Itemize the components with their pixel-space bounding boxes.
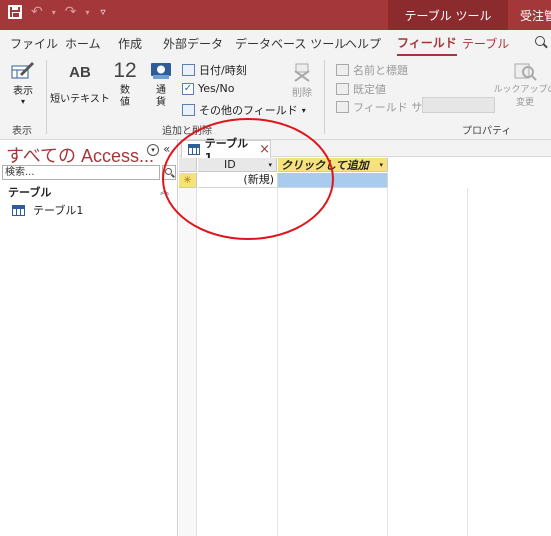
- group-divider: [324, 60, 325, 134]
- search-icon: [165, 168, 172, 175]
- search-icon[interactable]: [535, 36, 545, 46]
- lookup-change-button[interactable]: ルックアップの 変更: [494, 60, 551, 108]
- short-text-label: 短いテキスト: [50, 94, 110, 105]
- undo-dropdown-icon[interactable]: ▾: [52, 8, 56, 17]
- date-time-button[interactable]: 日付/時刻: [182, 62, 247, 78]
- default-value-label: 既定値: [353, 83, 386, 96]
- redo-dropdown-icon[interactable]: ▾: [85, 8, 89, 17]
- tab-external-data[interactable]: 外部データ: [163, 30, 223, 56]
- other-fields-dropdown-icon: ▾: [301, 105, 306, 115]
- currency-icon: [150, 60, 172, 82]
- group-divider: [46, 60, 47, 134]
- short-text-button[interactable]: AB 短いテキスト: [50, 62, 110, 105]
- column-header-id[interactable]: ID ▾: [198, 158, 277, 172]
- nav-item-table1[interactable]: テーブル1: [12, 202, 83, 218]
- column-dropdown-icon[interactable]: ▾: [379, 161, 383, 169]
- delete-label: 削除: [292, 88, 312, 99]
- grid-line: [277, 188, 278, 536]
- document-tab-table1[interactable]: テーブル1 ×: [181, 137, 271, 164]
- app-title: 受注管: [520, 8, 551, 23]
- default-value-icon: [336, 83, 349, 95]
- more-fields-icon: [182, 104, 195, 116]
- column-header-add[interactable]: クリックして追加 ▾: [278, 158, 388, 172]
- view-group-label: 表示: [12, 126, 32, 137]
- currency-label: 通 貨: [156, 85, 166, 108]
- delete-icon: [292, 62, 312, 84]
- default-value-button[interactable]: 既定値: [336, 81, 386, 97]
- other-fields-label: その他のフィールド: [199, 104, 298, 117]
- table-icon: [188, 144, 200, 155]
- delete-button[interactable]: 削除: [286, 62, 318, 99]
- grid-line: [387, 188, 388, 536]
- nav-menu-icon[interactable]: ▾: [147, 144, 159, 156]
- tab-fields[interactable]: フィールド: [397, 30, 457, 56]
- lookup-icon: [513, 60, 537, 82]
- number-icon: 12: [113, 59, 137, 82]
- datasheet-grid: ID ▾ クリックして追加 ▾ ✳ (新規): [179, 158, 551, 536]
- save-icon[interactable]: [8, 5, 22, 19]
- tab-database-tools[interactable]: データベース ツール: [235, 30, 346, 56]
- redo-icon[interactable]: ↷: [65, 5, 77, 19]
- select-all-cell[interactable]: [179, 158, 197, 172]
- grid-line: [467, 188, 468, 536]
- number-label: 数 値: [120, 85, 130, 108]
- undo-icon[interactable]: ↶: [31, 5, 43, 19]
- nav-item-label: テーブル1: [33, 204, 84, 217]
- new-record-id-cell[interactable]: (新規): [198, 173, 278, 188]
- document-tab-strip: テーブル1 ×: [179, 137, 551, 164]
- title-bar: ↶ ▾ ↷ ▾ ▿ テーブル ツール 受注管: [0, 0, 551, 30]
- ribbon-tabs: ファイル ホーム 作成 外部データ データベース ツール ヘルプ フィールド テ…: [0, 30, 551, 56]
- properties-group-label: プロパティ: [462, 126, 512, 137]
- collapse-pane-icon[interactable]: «: [163, 142, 170, 156]
- field-size-icon: [336, 101, 349, 113]
- document-area: テーブル1 × ID ▾ クリックして追加 ▾ ✳ (新規): [179, 137, 551, 536]
- number-button[interactable]: 12 数 値: [110, 60, 140, 109]
- checkbox-icon: ✓: [182, 82, 194, 95]
- tab-help[interactable]: ヘルプ: [345, 30, 381, 56]
- section-collapse-icon[interactable]: ︽: [160, 184, 169, 197]
- tab-home[interactable]: ホーム: [65, 30, 101, 56]
- short-text-icon: AB: [69, 64, 91, 81]
- yes-no-label: Yes/No: [198, 82, 235, 95]
- close-icon[interactable]: ×: [259, 142, 270, 157]
- field-size-input[interactable]: [422, 97, 495, 113]
- table-icon: [12, 204, 25, 216]
- lookup-label-1: ルックアップの: [493, 85, 551, 95]
- yes-no-button[interactable]: ✓ Yes/No: [182, 82, 234, 95]
- navigation-pane: すべての Access... ▾ « 検索... テーブル ︽ テーブル1: [0, 140, 178, 536]
- nav-search-input[interactable]: 検索...: [2, 165, 160, 180]
- tab-file[interactable]: ファイル: [10, 30, 58, 56]
- name-caption-icon: [336, 64, 349, 76]
- other-fields-button[interactable]: その他のフィールド ▾: [182, 102, 306, 118]
- view-button-label: 表示: [13, 86, 33, 97]
- column-header-label: クリックして追加: [281, 158, 369, 172]
- new-record-selector[interactable]: ✳: [179, 173, 197, 188]
- column-dropdown-icon[interactable]: ▾: [268, 161, 272, 169]
- calendar-icon: [182, 64, 195, 76]
- new-record-add-cell[interactable]: [278, 173, 388, 188]
- nav-section-header[interactable]: テーブル: [8, 184, 51, 200]
- date-time-label: 日付/時刻: [199, 64, 247, 77]
- lookup-label-2: 変更: [515, 98, 534, 108]
- nav-search-button[interactable]: [162, 165, 176, 180]
- currency-button[interactable]: 通 貨: [146, 60, 176, 109]
- column-header-label: ID: [224, 158, 236, 171]
- view-dropdown-icon: ▾: [20, 97, 25, 106]
- table-tools-label: テーブル ツール: [388, 0, 508, 30]
- view-button[interactable]: 表示 ▾: [8, 60, 38, 106]
- tab-create[interactable]: 作成: [118, 30, 142, 56]
- quick-access-toolbar: ↶ ▾ ↷ ▾ ▿: [8, 5, 106, 19]
- ribbon: 表示 ▾ 表示 AB 短いテキスト 12 数 値 通 貨 日付/時刻 ✓ Yes…: [0, 56, 551, 140]
- record-selector-column: [179, 188, 197, 536]
- name-caption-button[interactable]: 名前と標題: [336, 62, 408, 78]
- view-design-icon: [11, 60, 35, 82]
- customize-toolbar-icon[interactable]: ▿: [101, 7, 106, 18]
- name-caption-label: 名前と標題: [353, 64, 408, 77]
- tab-table[interactable]: テーブル: [462, 30, 509, 56]
